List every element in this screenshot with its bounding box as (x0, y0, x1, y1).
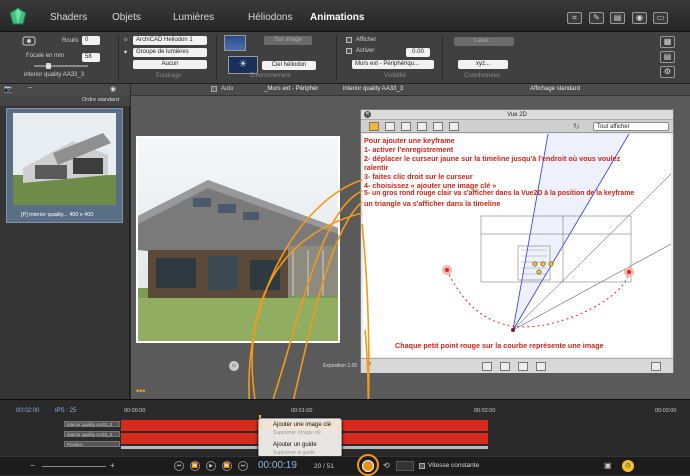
record-button[interactable] (362, 460, 374, 472)
forward-icon[interactable]: ⏩ (222, 461, 232, 471)
go-end-icon[interactable]: ⏭ (238, 461, 248, 471)
menu-supprimer-image-cle[interactable]: Supprimer l'image clé (259, 429, 341, 437)
zoom-out-timeline-icon[interactable]: − (30, 461, 35, 470)
menu-ajouter-guide[interactable]: Ajouter un guide (259, 441, 341, 449)
clock-icon[interactable]: ◷ (622, 460, 634, 472)
loop-icon[interactable]: ⟲ (383, 461, 390, 470)
render-icon[interactable]: ▣ (604, 461, 612, 470)
play-icon[interactable]: ▶ (206, 461, 216, 471)
frame-counter: 20 / 51 (314, 463, 334, 470)
go-start-icon[interactable]: ⏮ (174, 461, 184, 471)
playback-bar: − + ⏮ ⏪ ▶ ⏩ ⏭ 00:00:19 20 / 51 ⟲ Vitesse… (0, 454, 690, 476)
zoom-in-timeline-icon[interactable]: + (110, 461, 115, 470)
timeline-panel: 00:02:00 IPS : 25 00:00:00 00:01:00 00:0… (0, 399, 690, 456)
ruler-0: 00:00:00 (124, 408, 146, 414)
timeline-zoom-slider[interactable] (42, 466, 106, 467)
ruler-1: 00:01:00 (291, 408, 313, 414)
timeline-context-menu: Ajouter une image clé Supprimer l'image … (258, 418, 342, 458)
ruler-3: 00:03:00 (655, 408, 677, 414)
vitesse-checkbox[interactable] (419, 463, 425, 469)
ruler-2: 00:02:00 (474, 408, 496, 414)
ips-label: IPS : 25 (55, 408, 77, 414)
menu-ajouter-image-cle[interactable]: Ajouter une image clé (259, 421, 341, 429)
track-label-2[interactable]: Position (0, 441, 120, 447)
track-label-0[interactable]: interior quality AA33_3 (0, 421, 120, 427)
vitesse-label: Vitesse constante (428, 462, 480, 469)
rewind-icon[interactable]: ⏪ (190, 461, 200, 471)
timecode: 00:00:19 (258, 460, 297, 471)
track-label-1[interactable]: interior quality AA33_3 (0, 431, 120, 437)
timeline-start-time: 00:02:00 (16, 408, 40, 414)
speed-field[interactable] (396, 461, 414, 471)
